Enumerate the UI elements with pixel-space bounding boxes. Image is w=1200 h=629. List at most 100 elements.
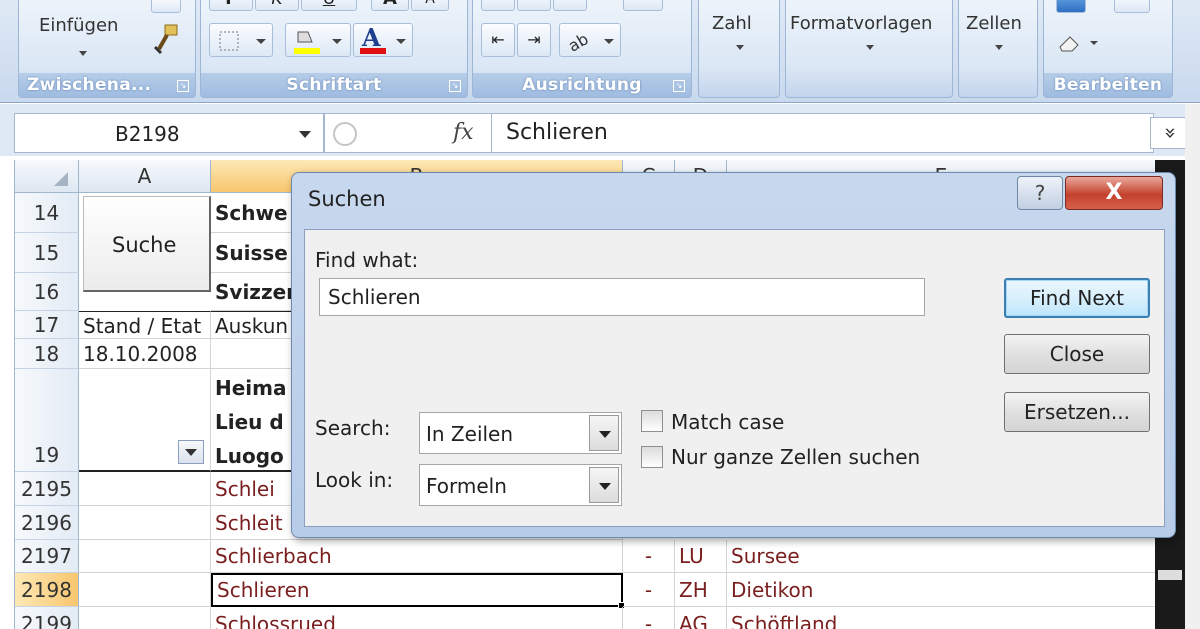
filter-dropdown-icon[interactable] bbox=[178, 440, 204, 464]
styles-button[interactable]: Formatvorlagen bbox=[785, 0, 953, 98]
row-header[interactable]: 19 bbox=[15, 369, 79, 472]
font-color-icon[interactable]: A bbox=[353, 23, 413, 57]
cell-a2199[interactable] bbox=[79, 607, 211, 629]
cells-button[interactable]: Zellen bbox=[958, 0, 1038, 98]
align-right-icon[interactable] bbox=[553, 0, 587, 11]
cell-a2198[interactable] bbox=[79, 573, 211, 607]
font-launcher-icon[interactable]: ↘ bbox=[449, 80, 461, 92]
row-header[interactable]: 16 bbox=[15, 273, 79, 311]
align-center-icon[interactable] bbox=[517, 0, 551, 11]
replace-button[interactable]: Ersetzen... bbox=[1004, 392, 1150, 432]
sort-filter-icon[interactable] bbox=[1114, 0, 1150, 13]
grow-font-icon[interactable]: A bbox=[371, 0, 409, 11]
active-cell-b2198[interactable]: Schlieren bbox=[211, 573, 623, 607]
insert-function-icon[interactable]: fx bbox=[453, 120, 474, 145]
look-in-dropdown-icon[interactable] bbox=[589, 467, 619, 503]
fill-down-icon[interactable] bbox=[1056, 0, 1086, 13]
search-select[interactable]: In Zeilen bbox=[419, 412, 622, 454]
align-left-icon[interactable] bbox=[481, 0, 515, 11]
number-button[interactable]: Zahl bbox=[698, 0, 780, 98]
clear-icon[interactable] bbox=[1056, 31, 1106, 57]
cell-d2197[interactable]: LU bbox=[675, 540, 727, 573]
whole-cells-label: Nur ganze Zellen suchen bbox=[671, 445, 921, 469]
formula-cancel-icon[interactable] bbox=[333, 122, 357, 146]
editing-group: Bearbeiten bbox=[1043, 0, 1173, 98]
row-header[interactable]: 17 bbox=[15, 311, 79, 339]
search-macro-button[interactable]: Suche bbox=[83, 196, 211, 292]
search-label: Search: bbox=[315, 416, 391, 440]
cell-a17[interactable]: Stand / Etat bbox=[79, 311, 211, 339]
scrollbar-thumb[interactable] bbox=[1158, 570, 1182, 580]
formula-bar: B2198 fx Schlieren » bbox=[0, 104, 1200, 156]
clipboard-launcher-icon[interactable]: ↘ bbox=[177, 80, 189, 92]
row-header[interactable]: 14 bbox=[15, 193, 79, 233]
row-header[interactable]: 2197 bbox=[15, 540, 79, 573]
underline-icon[interactable]: U bbox=[301, 0, 357, 11]
cell-c2197[interactable]: - bbox=[623, 540, 675, 573]
font-group-label: Schriftart bbox=[201, 73, 467, 97]
name-box-value: B2198 bbox=[115, 122, 180, 146]
copy-icon[interactable] bbox=[151, 0, 181, 13]
select-all-corner[interactable] bbox=[15, 160, 79, 193]
cell-e2199[interactable]: Schöftland bbox=[727, 607, 1155, 629]
shrink-font-icon[interactable]: A bbox=[411, 0, 449, 11]
increase-indent-icon[interactable]: ⇥ bbox=[517, 23, 551, 57]
merge-cells-icon[interactable] bbox=[623, 0, 663, 11]
column-header-a[interactable]: A bbox=[79, 160, 211, 193]
cell-a2197[interactable] bbox=[79, 540, 211, 573]
font-group: F K U A A A Schriftart ↘ bbox=[200, 0, 468, 98]
row-header-selected[interactable]: 2198 bbox=[15, 573, 79, 607]
close-icon[interactable]: X bbox=[1065, 176, 1163, 210]
cell-a18[interactable]: 18.10.2008 bbox=[79, 339, 211, 369]
dialog-body: Find what: Schlieren Find Next Close Ers… bbox=[304, 229, 1165, 527]
look-in-select[interactable]: Formeln bbox=[419, 464, 622, 506]
orientation-icon[interactable]: ab bbox=[559, 23, 621, 57]
row-header[interactable]: 2199 bbox=[15, 607, 79, 629]
cells-dropdown-icon bbox=[995, 45, 1003, 50]
paste-dropdown-icon bbox=[79, 51, 87, 56]
paste-label: Einfügen bbox=[39, 15, 119, 36]
find-what-input[interactable]: Schlieren bbox=[319, 278, 925, 316]
cell-a2195[interactable] bbox=[79, 472, 211, 506]
paste-button[interactable]: Einfügen bbox=[23, 1, 135, 69]
cell-c2199[interactable]: - bbox=[623, 607, 675, 629]
row-header[interactable]: 2196 bbox=[15, 506, 79, 540]
cell-d2198[interactable]: ZH bbox=[675, 573, 727, 607]
row-header[interactable]: 15 bbox=[15, 233, 79, 273]
cell-b2199[interactable]: Schlossrued bbox=[211, 607, 623, 629]
styles-dropdown-icon bbox=[866, 45, 874, 50]
cell-e2197[interactable]: Sursee bbox=[727, 540, 1155, 573]
row-header[interactable]: 2195 bbox=[15, 472, 79, 506]
name-box[interactable]: B2198 bbox=[14, 113, 324, 153]
borders-icon[interactable] bbox=[209, 23, 273, 57]
cell-b2197[interactable]: Schlierbach bbox=[211, 540, 623, 573]
formula-expand-icon[interactable]: » bbox=[1150, 117, 1190, 149]
editing-group-label: Bearbeiten bbox=[1044, 73, 1172, 97]
format-painter-icon[interactable] bbox=[149, 21, 183, 55]
whole-cells-checkbox[interactable] bbox=[641, 446, 663, 468]
find-next-button[interactable]: Find Next bbox=[1004, 278, 1150, 318]
bold-icon[interactable]: F bbox=[209, 0, 253, 11]
cells-label: Zellen bbox=[966, 13, 1022, 34]
fill-color-icon[interactable] bbox=[285, 23, 351, 57]
search-macro-label: Suche bbox=[112, 233, 177, 257]
cell-c2198[interactable]: - bbox=[623, 573, 675, 607]
close-button[interactable]: Close bbox=[1004, 334, 1150, 374]
cell-e2198[interactable]: Dietikon bbox=[727, 573, 1155, 607]
match-case-label: Match case bbox=[671, 410, 785, 434]
search-dropdown-icon[interactable] bbox=[589, 415, 619, 451]
find-what-label: Find what: bbox=[315, 248, 419, 272]
number-dropdown-icon bbox=[736, 45, 744, 50]
italic-icon[interactable]: K bbox=[255, 0, 299, 11]
match-case-checkbox[interactable] bbox=[641, 410, 663, 432]
row-header[interactable]: 18 bbox=[15, 339, 79, 369]
decrease-indent-icon[interactable]: ⇤ bbox=[481, 23, 515, 57]
alignment-launcher-icon[interactable]: ↘ bbox=[673, 80, 685, 92]
cell-d2199[interactable]: AG bbox=[675, 607, 727, 629]
help-button[interactable]: ? bbox=[1017, 176, 1063, 210]
name-box-dropdown-icon[interactable] bbox=[299, 131, 311, 138]
cell-a2196[interactable] bbox=[79, 506, 211, 540]
formula-input[interactable]: Schlieren bbox=[492, 113, 1154, 153]
search-select-value: In Zeilen bbox=[426, 422, 514, 446]
cell-a19[interactable] bbox=[79, 369, 211, 472]
